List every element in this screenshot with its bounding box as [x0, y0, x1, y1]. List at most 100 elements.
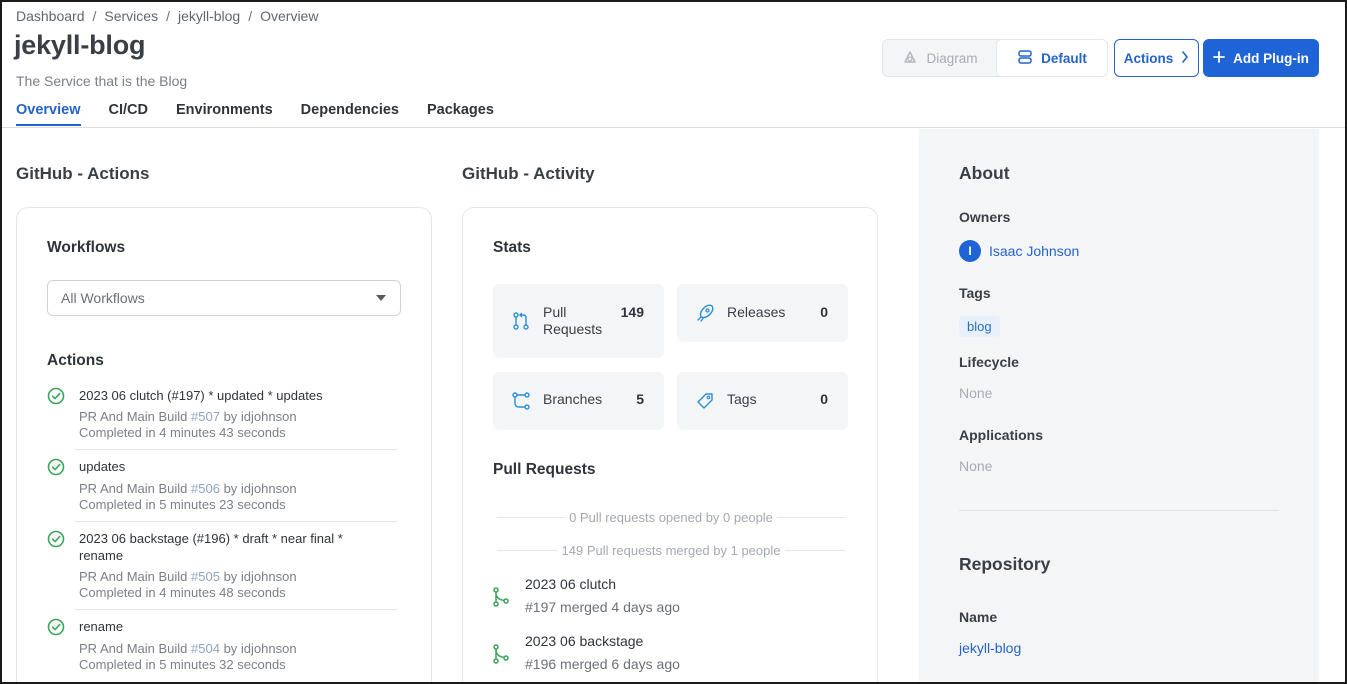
build-name: PR And Main Build — [79, 409, 188, 424]
check-circle-icon — [47, 387, 65, 405]
build-name: PR And Main Build — [79, 641, 188, 656]
action-duration: Completed in 5 minutes 32 seconds — [79, 657, 286, 672]
action-divider — [75, 609, 397, 610]
stat-label: Branches — [543, 391, 603, 407]
divider-line — [497, 517, 566, 518]
check-circle-icon — [47, 458, 65, 476]
tab-overview[interactable]: Overview — [16, 102, 81, 126]
github-actions-title: GitHub - Actions — [16, 164, 150, 183]
default-label: Default — [1041, 50, 1087, 66]
stat-releases[interactable]: Releases 0 — [677, 284, 848, 342]
layout-icon — [1017, 49, 1033, 68]
stat-branches[interactable]: Branches 5 — [493, 372, 664, 430]
action-build: PR And Main Build #504 by idjohnson — [79, 641, 297, 657]
breadcrumb-dashboard[interactable]: Dashboard — [16, 8, 85, 24]
tag-chip[interactable]: blog — [959, 316, 1000, 337]
build-author: by idjohnson — [223, 409, 297, 424]
action-duration: Completed in 4 minutes 43 seconds — [79, 425, 286, 440]
action-duration: Completed in 4 minutes 48 seconds — [79, 585, 286, 600]
chevron-right-icon — [1181, 50, 1189, 66]
repo-name-label: Name — [959, 609, 998, 625]
stat-value: 0 — [820, 391, 828, 407]
pull-request-icon — [511, 311, 531, 331]
breadcrumb: Dashboard / Services / jekyll-blog / Ove… — [16, 8, 318, 24]
divider-line — [497, 550, 558, 551]
rocket-icon — [695, 303, 715, 323]
repo-name-link[interactable]: jekyll-blog — [959, 640, 1021, 656]
action-title[interactable]: 2023 06 backstage (#196) * draft * near … — [79, 530, 364, 564]
tab-dependencies[interactable]: Dependencies — [301, 102, 399, 125]
pr-title[interactable]: 2023 06 backstage — [525, 633, 643, 649]
add-plugin-label: Add Plug-in — [1233, 50, 1309, 66]
breadcrumb-services[interactable]: Services — [104, 8, 158, 24]
action-divider — [75, 521, 397, 522]
stat-label: Pull Requests — [543, 304, 603, 337]
header-divider — [2, 127, 1345, 128]
lifecycle-label: Lifecycle — [959, 354, 1019, 370]
stat-label: Releases — [727, 304, 786, 320]
owner-name: Isaac Johnson — [989, 243, 1080, 259]
divider-line — [784, 550, 846, 551]
about-title: About — [959, 163, 1010, 183]
action-item[interactable]: updates PR And Main Build #506 by idjohn… — [47, 458, 397, 518]
lifecycle-value: None — [959, 385, 993, 401]
workflow-select-value: All Workflows — [61, 290, 145, 306]
run-number-link[interactable]: #505 — [191, 569, 220, 584]
run-number-link[interactable]: #504 — [191, 641, 220, 656]
about-panel: About Owners I Isaac Johnson Tags blog L… — [919, 129, 1319, 682]
build-author: by idjohnson — [223, 641, 297, 656]
run-number-link[interactable]: #507 — [191, 409, 220, 424]
breadcrumb-separator: / — [92, 8, 97, 24]
stat-value: 5 — [636, 391, 644, 407]
action-title[interactable]: 2023 06 clutch (#197) * updated * update… — [79, 387, 379, 404]
tags-label: Tags — [959, 285, 991, 301]
action-title[interactable]: updates — [79, 458, 379, 475]
pr-opened-summary: 0 Pull requests opened by 0 people — [497, 510, 846, 525]
plus-icon — [1213, 50, 1226, 66]
stats-heading: Stats — [493, 239, 531, 256]
action-divider — [75, 449, 397, 450]
action-item[interactable]: 2023 06 clutch (#197) * updated * update… — [47, 387, 397, 447]
build-author: by idjohnson — [223, 481, 297, 496]
diagram-label: Diagram — [926, 50, 978, 66]
breadcrumb-service[interactable]: jekyll-blog — [178, 8, 240, 24]
owners-label: Owners — [959, 209, 1011, 225]
pull-requests-heading: Pull Requests — [493, 461, 596, 478]
default-toggle-button[interactable]: Default — [997, 40, 1107, 76]
workflow-select[interactable]: All Workflows — [47, 280, 401, 316]
about-divider — [959, 510, 1279, 511]
stat-pull-requests[interactable]: Pull Requests 149 — [493, 284, 664, 358]
pr-title[interactable]: 2023 06 clutch — [525, 576, 616, 592]
breadcrumb-current: Overview — [260, 8, 319, 24]
add-plugin-button[interactable]: Add Plug-in — [1203, 39, 1319, 77]
build-name: PR And Main Build — [79, 481, 188, 496]
tab-packages[interactable]: Packages — [427, 102, 494, 125]
applications-label: Applications — [959, 427, 1044, 443]
build-name: PR And Main Build — [79, 569, 188, 584]
branch-icon — [511, 391, 531, 411]
owner-link[interactable]: I Isaac Johnson — [959, 240, 1079, 262]
view-toggle: Diagram Default — [882, 39, 1108, 77]
diagram-toggle-button[interactable]: Diagram — [883, 40, 997, 76]
tab-environments[interactable]: Environments — [176, 102, 273, 125]
action-duration: Completed in 5 minutes 23 seconds — [79, 497, 286, 512]
diagram-icon — [902, 49, 918, 68]
pr-subtitle: #196 merged 6 days ago — [525, 656, 680, 672]
stat-value: 149 — [620, 304, 644, 320]
actions-button[interactable]: Actions — [1114, 39, 1199, 77]
action-item[interactable]: 2023 06 backstage (#196) * draft * near … — [47, 530, 397, 610]
pr-opened-text: 0 Pull requests opened by 0 people — [569, 510, 773, 525]
page-subtitle: The Service that is the Blog — [16, 73, 188, 89]
run-number-link[interactable]: #506 — [191, 481, 220, 496]
github-actions-card: Workflows All Workflows Actions 2023 06 … — [16, 207, 432, 682]
check-circle-icon — [47, 618, 65, 636]
tab-cicd[interactable]: CI/CD — [109, 102, 148, 125]
actions-heading: Actions — [47, 352, 104, 369]
merge-icon — [491, 586, 511, 608]
action-item[interactable]: rename PR And Main Build #504 by idjohns… — [47, 618, 397, 678]
stat-tags[interactable]: Tags 0 — [677, 372, 848, 430]
github-activity-card: Stats Pull Requests 149 Releases 0 Branc… — [462, 207, 878, 682]
pr-subtitle: #197 merged 4 days ago — [525, 599, 680, 615]
stat-value: 0 — [820, 304, 828, 320]
action-title[interactable]: rename — [79, 618, 379, 635]
